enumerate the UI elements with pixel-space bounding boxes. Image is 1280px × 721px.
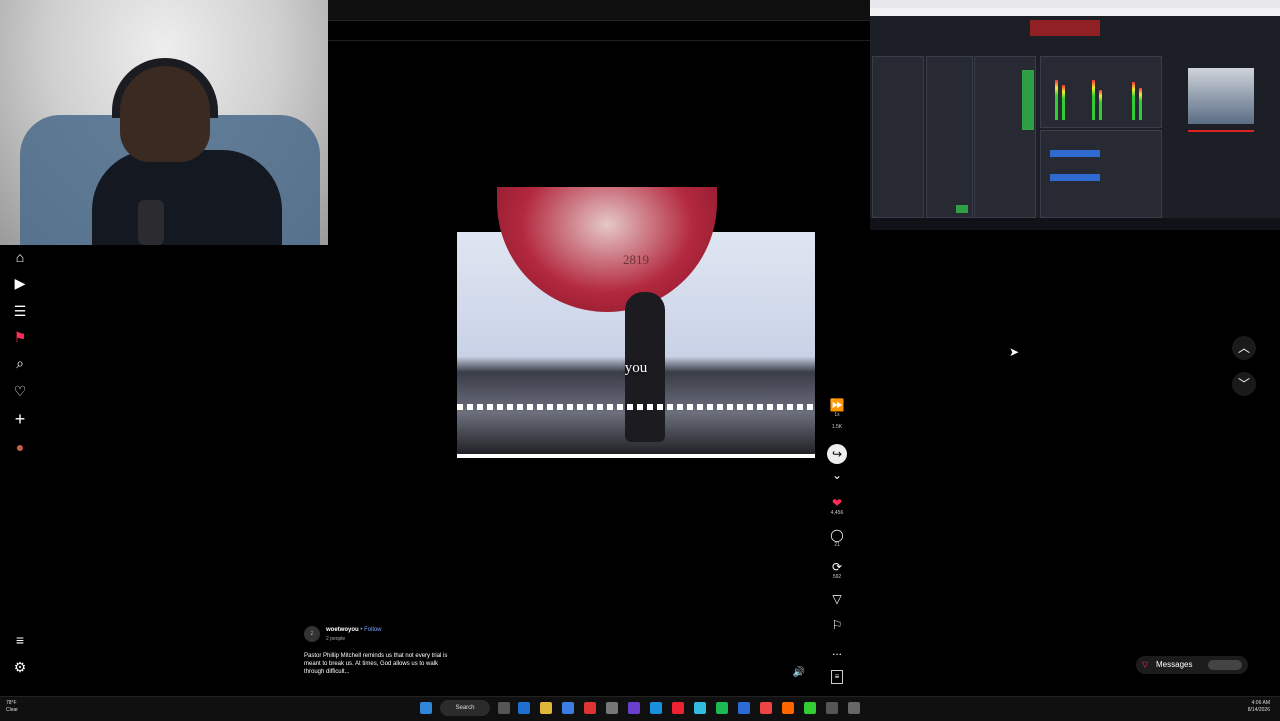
app-icon-1[interactable] xyxy=(562,702,574,714)
repost-button[interactable]: ⟳ 592 xyxy=(826,560,848,580)
file-explorer-icon[interactable] xyxy=(540,702,552,714)
favorites-icon[interactable]: ♡ xyxy=(10,381,30,401)
post-description[interactable]: Pastor Phillip Mitchell reminds us that … xyxy=(304,652,454,676)
volume-icon[interactable]: 🔊 xyxy=(793,667,805,678)
app-icon-6[interactable] xyxy=(782,702,794,714)
webcam-feed xyxy=(0,0,328,245)
browser-icon[interactable] xyxy=(650,702,662,714)
share-icon[interactable]: ↪ xyxy=(827,444,847,464)
chevron-down-icon[interactable]: ⌄ xyxy=(826,468,848,482)
app-icon-5[interactable] xyxy=(738,702,750,714)
like-button[interactable]: ❤ 4,456 xyxy=(826,496,848,516)
app-icon-7[interactable] xyxy=(804,702,816,714)
comment-count: 21 xyxy=(834,542,840,548)
taskbar-search[interactable]: Search xyxy=(440,700,490,716)
mouse-cursor-icon: ➤ xyxy=(1009,345,1020,359)
obs-replay-button[interactable] xyxy=(1050,174,1100,181)
spotify-icon[interactable] xyxy=(716,702,728,714)
settings-icon[interactable] xyxy=(848,702,860,714)
more-options-button[interactable]: ... xyxy=(826,644,848,658)
previous-video-button[interactable]: ︿ xyxy=(1232,336,1256,360)
left-sidebar: ⌂ ▶ ☰ ⚑ ⌕ ♡ + ● ≡ ⚙ xyxy=(0,245,40,695)
clock-date: 8/14/2026 xyxy=(1247,707,1270,713)
discord-icon[interactable] xyxy=(628,702,640,714)
windows-taskbar: 78°F Clear Search 4:06 AM 8/14/2026 xyxy=(0,696,1280,721)
start-icon[interactable] xyxy=(420,702,432,714)
obs-embedded-taskbar xyxy=(870,218,1280,230)
seal-number: 2819 xyxy=(623,252,649,267)
subscriptions-icon[interactable]: ☰ xyxy=(10,301,30,321)
task-view-icon[interactable] xyxy=(498,702,510,714)
obs-chat-panel xyxy=(872,56,924,218)
weather-desc: Clear xyxy=(6,707,18,713)
edge-icon[interactable] xyxy=(518,702,530,714)
messages-label: Messages xyxy=(1156,660,1193,669)
apps-icon[interactable]: ⚙ xyxy=(10,657,30,677)
stage-edge xyxy=(457,454,815,458)
stage-lights xyxy=(457,404,815,410)
obs-studio-window[interactable] xyxy=(870,0,1280,230)
obs-icon[interactable] xyxy=(826,702,838,714)
app-icon-3[interactable] xyxy=(672,702,684,714)
page-header-divider xyxy=(328,28,870,41)
search-icon[interactable]: ⌕ xyxy=(10,353,30,373)
comment-button[interactable]: ◯ 21 xyxy=(826,528,848,548)
video-frame: 2819 you xyxy=(457,187,815,458)
author-username[interactable]: woetwoyou • Follow xyxy=(326,626,381,634)
notifications-icon[interactable]: ⚑ xyxy=(10,327,30,347)
chrome-icon[interactable] xyxy=(760,702,772,714)
play-icon[interactable]: ▶ xyxy=(10,273,30,293)
repost-count: 592 xyxy=(832,574,842,580)
app-icon-4[interactable] xyxy=(694,702,706,714)
captions-icon[interactable]: ≡ xyxy=(831,670,843,684)
messages-avatars xyxy=(1208,660,1242,670)
obs-live-indicator xyxy=(956,205,968,213)
next-video-button[interactable]: ﹀ xyxy=(1232,372,1256,396)
clock-time: 4:06 AM xyxy=(1251,700,1270,706)
views-count: 1.5K xyxy=(831,424,843,430)
home-icon[interactable]: ⌂ xyxy=(10,247,30,267)
weather-widget[interactable]: 78°F Clear xyxy=(6,700,18,714)
obs-source-toggles xyxy=(1022,70,1034,130)
follow-link[interactable]: • Follow xyxy=(360,627,381,633)
send-icon[interactable]: ▽ xyxy=(826,592,848,606)
weather-temp: 78°F xyxy=(6,700,17,706)
messages-icon: ▽ xyxy=(1142,660,1149,669)
obs-title-bar xyxy=(870,0,1280,8)
obs-red-divider xyxy=(1188,130,1254,132)
seal-graphic xyxy=(497,187,717,312)
obs-camera-preview xyxy=(1188,68,1254,124)
bookmark-icon[interactable]: ⚐ xyxy=(826,618,848,632)
youtube-icon[interactable] xyxy=(584,702,596,714)
messages-button[interactable]: ▽ Messages xyxy=(1136,656,1248,674)
video-player[interactable]: 2819 you 🔊 xyxy=(457,48,815,686)
video-caption: you xyxy=(624,360,648,376)
author-avatar[interactable]: z xyxy=(304,626,320,642)
obs-scenes-panel xyxy=(926,56,973,218)
obs-preview-thumb xyxy=(1030,20,1100,36)
speed-label: 1x xyxy=(834,412,840,418)
like-count: 4,456 xyxy=(830,510,844,516)
obs-streaming-button[interactable] xyxy=(1050,150,1100,157)
post-info: z woetwoyou • Follow 2 people Pastor Phi… xyxy=(304,626,454,682)
profile-avatar-icon[interactable]: ● xyxy=(10,437,30,457)
app-icon-2[interactable] xyxy=(606,702,618,714)
browser-top-bar xyxy=(328,0,870,21)
taskbar-clock[interactable]: 4:06 AM 8/14/2026 xyxy=(1248,700,1270,714)
create-icon[interactable]: + xyxy=(10,409,30,429)
menu-icon[interactable]: ≡ xyxy=(10,630,30,650)
obs-menu-bar xyxy=(870,8,1280,16)
playback-speed-button[interactable]: ⏩ 1x xyxy=(826,398,848,418)
people-count: 2 people xyxy=(326,636,346,642)
